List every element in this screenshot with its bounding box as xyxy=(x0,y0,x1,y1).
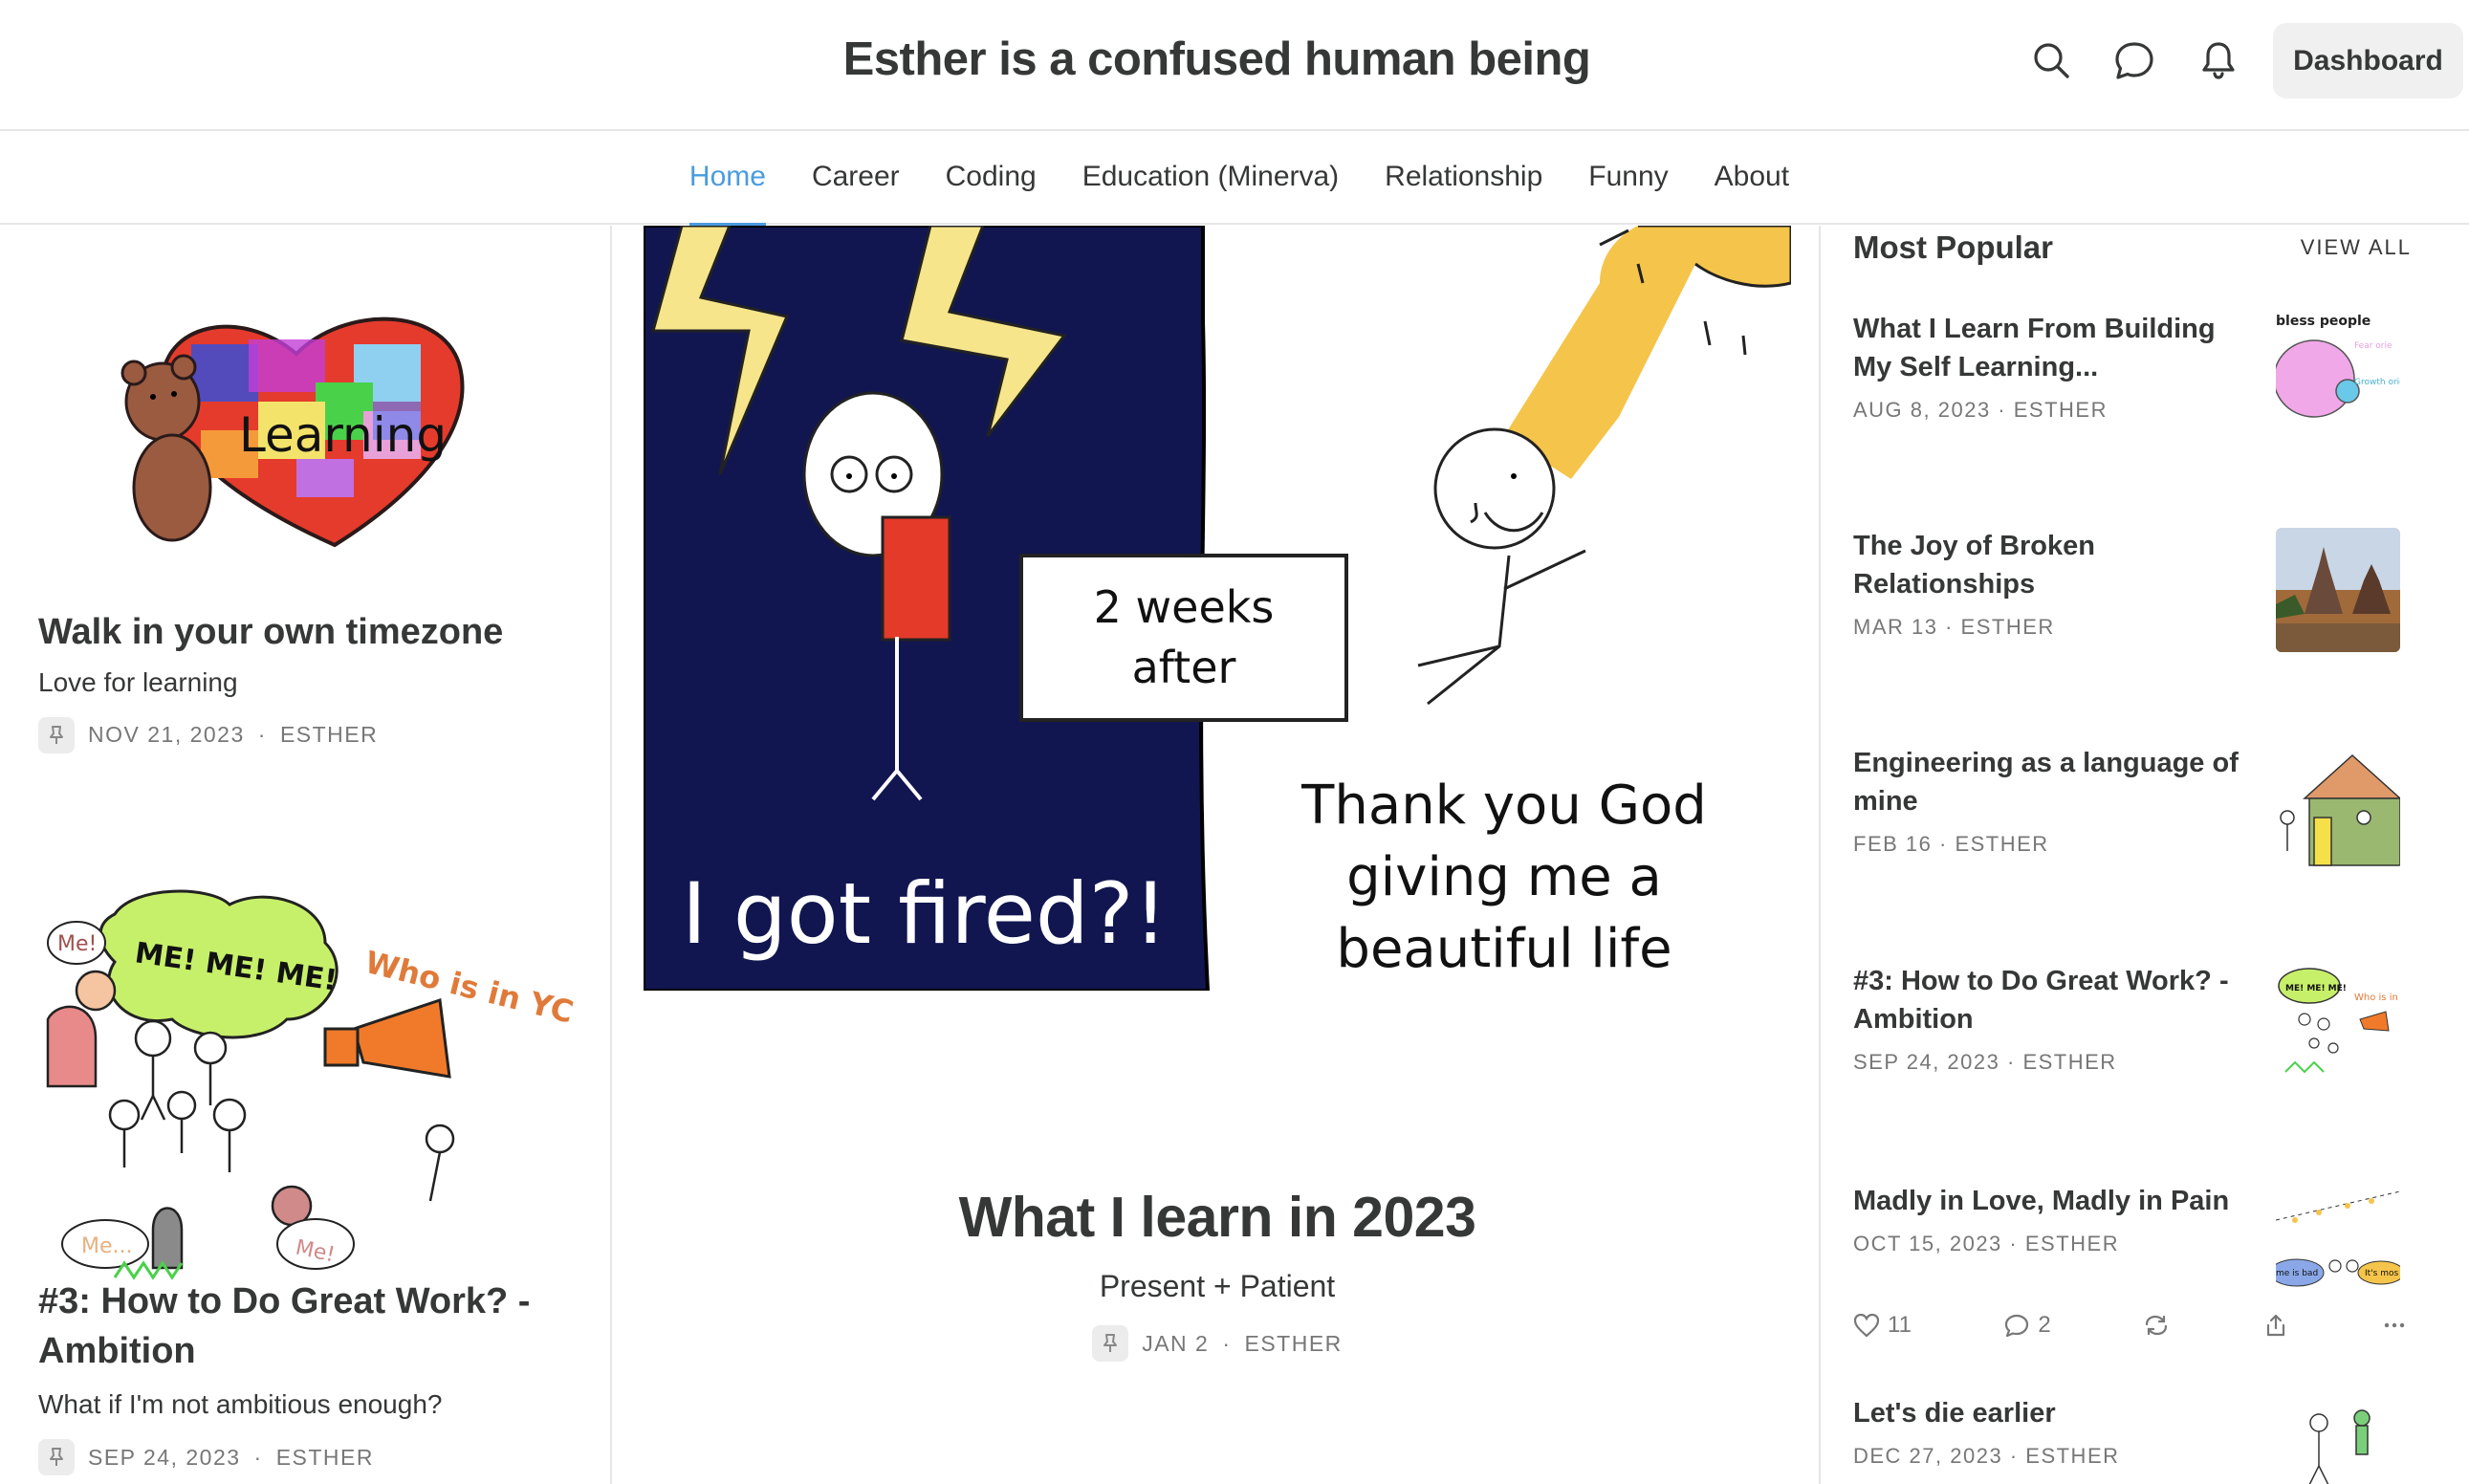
popular-item-title[interactable]: Madly in Love, Madly in Pain xyxy=(1853,1182,2264,1220)
post-title[interactable]: #3: How to Do Great Work? - Ambition xyxy=(38,1277,593,1376)
fired-text: I got fired?! xyxy=(682,864,1168,963)
popular-item-date: FEB 16 xyxy=(1853,832,1933,857)
nav-bar: Home Career Coding Education (Minerva) Relat… xyxy=(0,132,2469,227)
learning-image-text: Learning xyxy=(239,407,447,463)
featured-date: JAN 2 xyxy=(1142,1330,1210,1356)
popular-item-title[interactable]: #3: How to Do Great Work? - Ambition xyxy=(1853,962,2255,1038)
like-count: 11 xyxy=(1888,1312,1912,1338)
popular-thumb[interactable]: ME! ME! ME! Who is in Y xyxy=(2276,962,2400,1086)
most-popular-sidebar: Most Popular VIEW ALL What I Learn From … xyxy=(1823,226,2469,1484)
like-button[interactable]: 11 xyxy=(1853,1312,1912,1339)
post-meta: NOV 21, 2023 · ESTHER xyxy=(38,716,574,753)
featured-subtitle: Present + Patient xyxy=(1099,1269,1336,1303)
nav-tabs: Home Career Coding Education (Minerva) Relat… xyxy=(680,132,1789,227)
most-popular-header: Most Popular VIEW ALL xyxy=(1853,229,2412,266)
more-button[interactable] xyxy=(2381,1313,2408,1338)
tab-coding[interactable]: Coding xyxy=(946,132,1037,225)
popular-item-date: DEC 27, 2023 xyxy=(1853,1444,2003,1469)
tab-relationship[interactable]: Relationship xyxy=(1385,132,1542,225)
popular-item-title[interactable]: What I Learn From Building My Self Learn… xyxy=(1853,310,2255,386)
post-date: NOV 21, 2023 xyxy=(88,722,245,748)
popular-item-date: OCT 15, 2023 xyxy=(1853,1232,2002,1256)
thanks-text-1: Thank you God xyxy=(1300,775,1707,837)
popular-item-date: MAR 13 xyxy=(1853,615,1938,640)
popular-item-title[interactable]: Engineering as a language of mine xyxy=(1853,744,2255,820)
comment-icon xyxy=(2005,1314,2029,1338)
view-all-link[interactable]: VIEW ALL xyxy=(2301,235,2412,260)
chat-icon[interactable] xyxy=(2112,38,2156,82)
post-date: SEP 24, 2023 xyxy=(88,1444,241,1470)
popular-item-author[interactable]: ESTHER xyxy=(1955,832,2048,856)
bell-icon[interactable] xyxy=(2196,38,2240,82)
popular-thumb[interactable] xyxy=(2276,1394,2400,1484)
post-subtitle: Love for learning xyxy=(38,666,238,697)
popular-item-author[interactable]: ESTHER xyxy=(2025,1444,2119,1468)
featured-column: 2 weeks after I got fired?! Thank you Go… xyxy=(614,226,1821,1484)
weeks-text-1: 2 weeks xyxy=(1094,581,1275,633)
popular-item-title[interactable]: Let's die earlier xyxy=(1853,1394,2255,1432)
restack-button[interactable] xyxy=(2143,1313,2170,1338)
popular-item-title[interactable]: The Joy of Broken Relationships xyxy=(1853,527,2255,603)
post-meta: SEP 24, 2023 · ESTHER xyxy=(38,1439,593,1476)
popular-item-author[interactable]: ESTHER xyxy=(1961,615,2055,639)
most-popular-heading: Most Popular xyxy=(1853,229,2054,265)
heart-icon xyxy=(1853,1313,1880,1338)
thumb-text: Growth oriented xyxy=(2354,378,2400,387)
popular-item-author[interactable]: ESTHER xyxy=(2025,1232,2119,1255)
thanks-text-3: beautiful life xyxy=(1336,918,1671,980)
ambition-me-small: Me! xyxy=(57,932,97,956)
post-image-learning[interactable]: Learning xyxy=(105,287,535,555)
post-subtitle: What if I'm not ambitious enough? xyxy=(38,1389,443,1420)
restack-icon xyxy=(2146,1315,2168,1336)
tab-about[interactable]: About xyxy=(1715,132,1789,225)
popular-thumb[interactable] xyxy=(2276,528,2400,652)
popular-item-author[interactable]: ESTHER xyxy=(2022,1050,2116,1074)
thumb-text: Who is in Y xyxy=(2354,993,2400,1003)
popular-item-date: SEP 24, 2023 xyxy=(1853,1050,2000,1075)
post-card[interactable]: Walk in your own timezone Love for learn… xyxy=(38,608,574,753)
thanks-text-2: giving me a xyxy=(1346,846,1662,908)
thumb-text: It's mos xyxy=(2365,1269,2398,1278)
popular-item-author[interactable]: ESTHER xyxy=(2014,398,2108,422)
featured-image[interactable]: 2 weeks after I got fired?! Thank you Go… xyxy=(644,226,1791,991)
thumb-text: me is bad xyxy=(2276,1269,2318,1278)
meta-separator: · xyxy=(1222,1330,1232,1356)
popular-thumb[interactable]: bless people Fear orie Growth oriented xyxy=(2276,310,2400,434)
search-icon[interactable] xyxy=(2029,38,2073,82)
weeks-text-2: after xyxy=(1132,642,1236,693)
featured-meta: JAN 2 · ESTHER xyxy=(614,1325,1819,1362)
meta-separator: · xyxy=(257,722,267,748)
more-icon xyxy=(2384,1322,2405,1328)
popular-item-date: AUG 8, 2023 xyxy=(1853,398,1991,423)
post-author[interactable]: ESTHER xyxy=(280,722,378,748)
share-icon xyxy=(2266,1314,2284,1337)
tab-funny[interactable]: Funny xyxy=(1588,132,1668,225)
popular-thumb[interactable] xyxy=(2276,746,2400,870)
post-actions: 11 2 xyxy=(1853,1312,2408,1339)
pin-icon xyxy=(38,716,75,753)
comment-count: 2 xyxy=(2038,1312,2051,1338)
featured-title[interactable]: What I learn in 2023 xyxy=(614,1185,1819,1250)
tab-home[interactable]: Home xyxy=(688,132,766,227)
thumb-text: Fear orie xyxy=(2354,341,2393,351)
meta-separator: · xyxy=(253,1444,263,1470)
ambition-me-dots: Me... xyxy=(81,1234,133,1258)
thumb-text: bless people xyxy=(2276,314,2371,329)
featured-post-card[interactable]: What I learn in 2023 Present + Patient J… xyxy=(614,1185,1819,1362)
popular-thumb[interactable]: me is bad It's mos xyxy=(2276,1182,2400,1306)
post-card[interactable]: #3: How to Do Great Work? - Ambition Wha… xyxy=(38,1277,593,1476)
pin-icon xyxy=(1092,1325,1129,1362)
share-button[interactable] xyxy=(2262,1313,2289,1338)
tab-education-minerva[interactable]: Education (Minerva) xyxy=(1082,132,1339,225)
thumb-text: ME! ME! ME! xyxy=(2285,984,2347,993)
dashboard-button[interactable]: Dashboard xyxy=(2273,23,2463,98)
tab-career[interactable]: Career xyxy=(812,132,900,225)
post-author[interactable]: ESTHER xyxy=(276,1445,374,1471)
left-column: Learning Walk in your own timezone Love … xyxy=(0,226,612,1484)
post-title[interactable]: Walk in your own timezone xyxy=(38,608,574,658)
featured-author[interactable]: ESTHER xyxy=(1245,1331,1343,1357)
site-header: Esther is a confused human being Dashboa… xyxy=(0,0,2469,131)
comment-button[interactable]: 2 xyxy=(2003,1312,2051,1339)
pin-icon xyxy=(38,1439,75,1476)
